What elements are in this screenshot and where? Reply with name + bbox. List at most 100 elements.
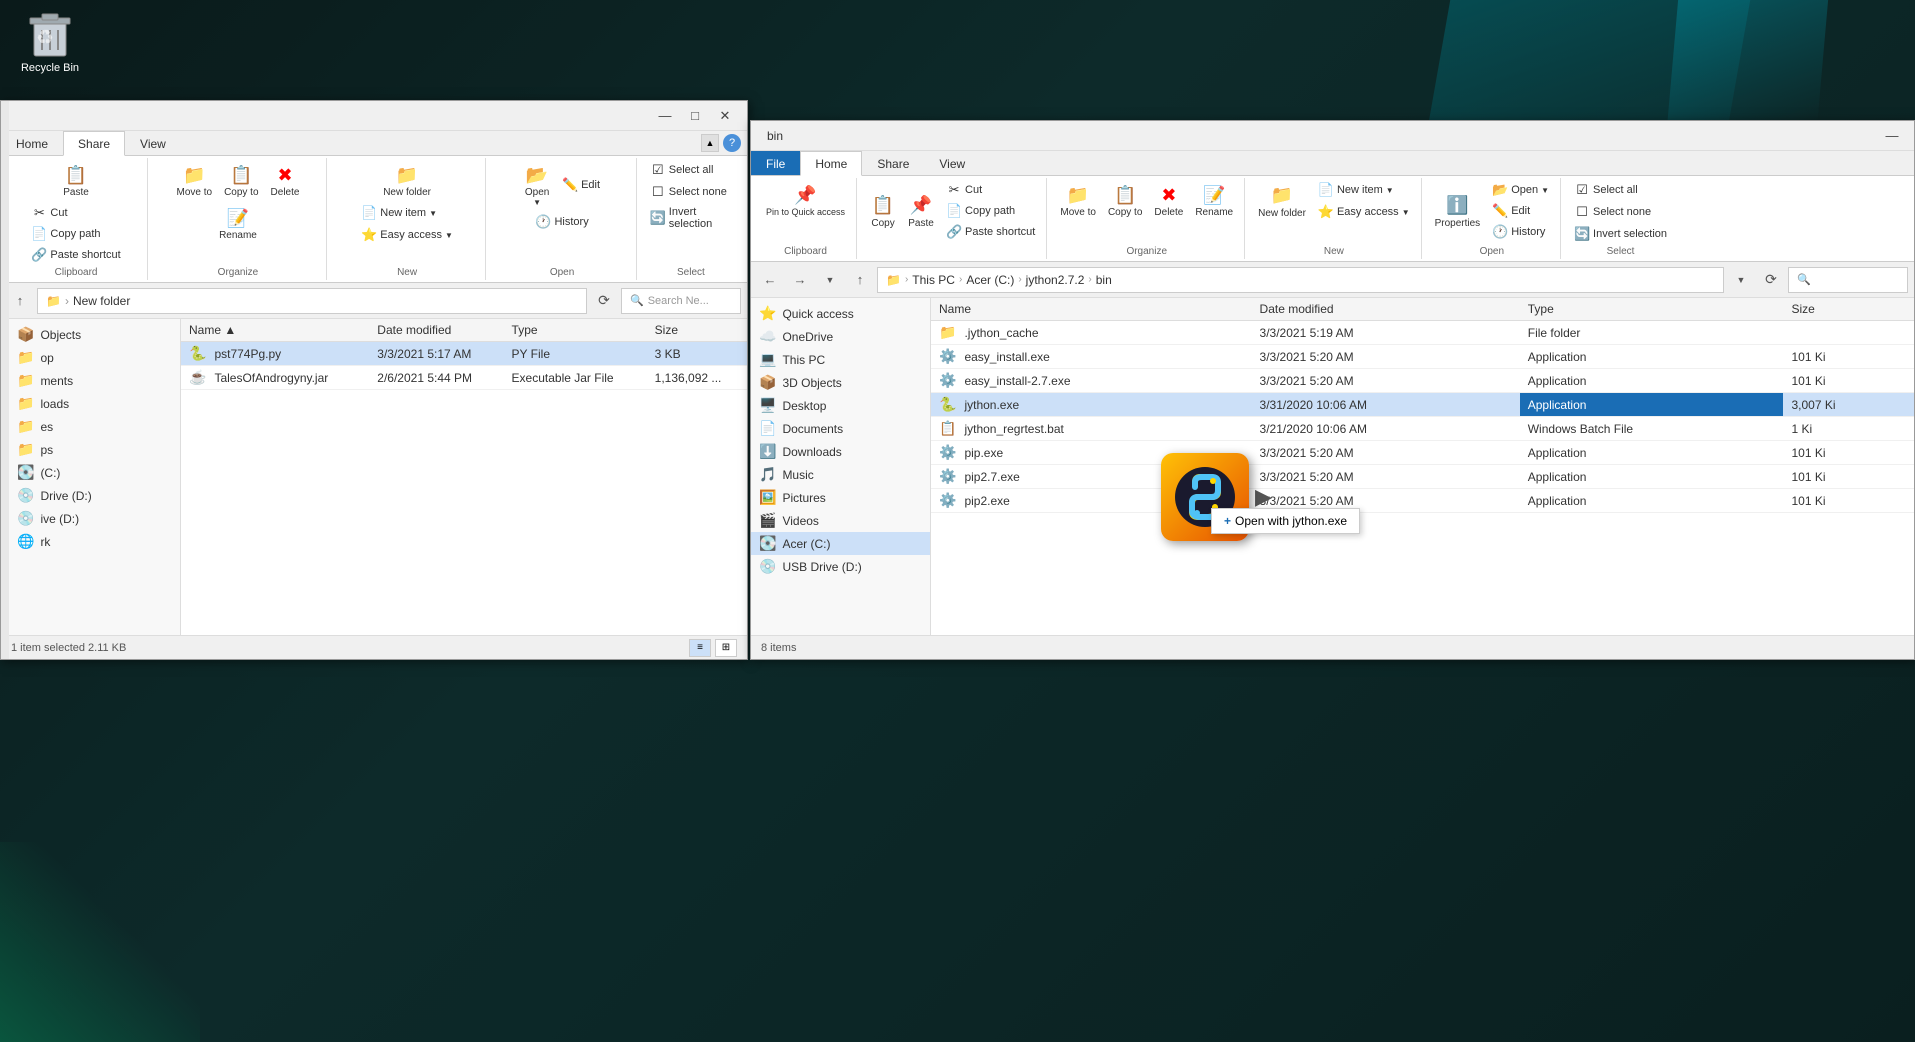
sidebar-item-quick-access[interactable]: ⭐ Quick access	[751, 302, 930, 325]
crumb-jython[interactable]: jython2.7.2	[1026, 273, 1085, 287]
sidebar-item-usb[interactable]: 💿 USB Drive (D:)	[751, 555, 930, 578]
tab-home-right[interactable]: Home	[800, 151, 862, 176]
sidebar-item-acer-c[interactable]: 💽 Acer (C:)	[751, 532, 930, 555]
table-row[interactable]: ⚙️ easy_install-2.7.exe 3/3/2021 5:20 AM…	[931, 369, 1914, 393]
crumb-acer[interactable]: Acer (C:)	[966, 273, 1014, 287]
tab-file-right[interactable]: File	[751, 151, 800, 175]
tab-home-left[interactable]: Home	[1, 131, 63, 155]
recycle-bin-icon[interactable]: ♻ Recycle Bin	[10, 10, 90, 74]
sidebar-item-downloads[interactable]: ⬇️ Downloads	[751, 440, 930, 463]
select-none-button-left[interactable]: ☐ Select none	[645, 182, 732, 202]
col-type-left[interactable]: Type	[504, 319, 647, 342]
up-button-left[interactable]: ↑	[7, 288, 33, 314]
edit-button-right[interactable]: ✏️ Edit	[1487, 201, 1554, 221]
sidebar-item-documents[interactable]: 📄 Documents	[751, 417, 930, 440]
table-row[interactable]: 📁 .jython_cache 3/3/2021 5:19 AM File fo…	[931, 321, 1914, 345]
up-button-right[interactable]: ↑	[847, 267, 873, 293]
address-crumb-left[interactable]: New folder	[73, 294, 130, 308]
sidebar-item-drive-d[interactable]: 💿 Drive (D:)	[9, 484, 180, 507]
history-button-right[interactable]: 🕐 History	[1487, 222, 1554, 242]
sidebar-item-this-pc[interactable]: 💻 This PC	[751, 348, 930, 371]
pin-quick-access-button[interactable]: 📌 Pin to Quick access	[761, 180, 850, 220]
sidebar-item-onedrive[interactable]: ☁️ OneDrive	[751, 325, 930, 348]
crumb-this-pc[interactable]: This PC	[912, 273, 955, 287]
cut-button-right[interactable]: ✂ Cut	[941, 180, 1040, 200]
new-folder-button-right[interactable]: 📁 New folder	[1253, 181, 1311, 222]
right-search-bar[interactable]: 🔍	[1788, 267, 1908, 293]
tab-view-right[interactable]: View	[924, 151, 980, 175]
copy-to-button-right[interactable]: 📋 Copy to	[1103, 180, 1147, 221]
help-button[interactable]: ?	[723, 134, 741, 152]
tab-view-left[interactable]: View	[125, 131, 181, 155]
minimize-button-right[interactable]: —	[1878, 125, 1906, 147]
left-search-bar[interactable]: 🔍 Search Ne...	[621, 288, 741, 314]
rename-button-left[interactable]: 📝 Rename	[214, 203, 262, 244]
invert-selection-button-right[interactable]: 🔄 Invert selection	[1569, 224, 1672, 244]
copy-to-button-left[interactable]: 📋 Copy to	[219, 160, 263, 201]
col-size-right[interactable]: Size	[1783, 298, 1914, 321]
sidebar-item-es[interactable]: 📁 es	[9, 415, 180, 438]
easy-access-button-right[interactable]: ⭐ Easy access ▼	[1313, 202, 1415, 222]
cut-button-left[interactable]: ✂ Cut	[26, 203, 125, 223]
maximize-button[interactable]: □	[681, 105, 709, 127]
invert-selection-button-left[interactable]: 🔄 Invert selection	[645, 204, 737, 232]
delete-button-right[interactable]: ✖ Delete	[1149, 180, 1188, 221]
table-row[interactable]: ⚙️ pip2.7.exe 3/3/2021 5:20 AM Applicati…	[931, 465, 1914, 489]
select-all-button-left[interactable]: ☑ Select all	[645, 160, 719, 180]
table-row[interactable]: 🐍 pst774Pg.py 3/3/2021 5:17 AM PY File 3…	[181, 342, 747, 366]
paste-shortcut-button-right[interactable]: 🔗 Paste shortcut	[941, 222, 1040, 242]
properties-button-right[interactable]: ℹ️ Properties	[1430, 191, 1486, 232]
tab-share-left[interactable]: Share	[63, 131, 125, 156]
move-to-button-left[interactable]: 📁 Move to	[171, 160, 217, 201]
minimize-button[interactable]: —	[651, 105, 679, 127]
address-dropdown-right[interactable]: ▼	[1728, 267, 1754, 293]
forward-button-right[interactable]: →	[787, 267, 813, 293]
rename-button-right[interactable]: 📝 Rename	[1190, 180, 1238, 221]
tab-share-right[interactable]: Share	[862, 151, 924, 175]
back-button-right[interactable]: ←	[757, 267, 783, 293]
sidebar-item-music[interactable]: 🎵 Music	[751, 463, 930, 486]
sidebar-item-c[interactable]: 💽 (C:)	[9, 461, 180, 484]
right-address-bar[interactable]: 📁 › This PC › Acer (C:) › jython2.7.2 › …	[877, 267, 1724, 293]
sidebar-item-3d-objects[interactable]: 📦 3D Objects	[751, 371, 930, 394]
easy-access-button-left[interactable]: ⭐ Easy access ▼	[356, 225, 458, 245]
col-size-left[interactable]: Size	[647, 319, 747, 342]
delete-button-left[interactable]: ✖ Delete	[266, 160, 305, 201]
select-all-button-right[interactable]: ☑ Select all	[1569, 180, 1643, 200]
new-folder-button-left[interactable]: 📁 New folder	[378, 160, 436, 201]
table-row[interactable]: 🐍 jython.exe 3/31/2020 10:06 AM Applicat…	[931, 393, 1914, 417]
sidebar-item-objects[interactable]: 📦 Objects	[9, 323, 180, 346]
new-item-button-left[interactable]: 📄 New item ▼	[356, 203, 458, 223]
refresh-button-right[interactable]: ⟳	[1758, 267, 1784, 293]
paste-shortcut-button-left[interactable]: 🔗 Paste shortcut	[26, 245, 125, 265]
sidebar-item-pictures[interactable]: 🖼️ Pictures	[751, 486, 930, 509]
sidebar-item-ments[interactable]: 📁 ments	[9, 369, 180, 392]
crumb-bin[interactable]: bin	[1096, 273, 1112, 287]
open-with-popup[interactable]: + Open with jython.exe	[1211, 508, 1360, 534]
edit-button-left[interactable]: ✏️ Edit	[557, 175, 605, 195]
table-row[interactable]: ⚙️ pip.exe 3/3/2021 5:20 AM Application …	[931, 441, 1914, 465]
sidebar-item-ive-d[interactable]: 💿 ive (D:)	[9, 507, 180, 530]
copy-button-right[interactable]: 📋 Copy	[865, 191, 901, 232]
table-row[interactable]: 📋 jython_regrtest.bat 3/21/2020 10:06 AM…	[931, 417, 1914, 441]
col-type-right[interactable]: Type	[1520, 298, 1784, 321]
col-name-right[interactable]: Name	[931, 298, 1252, 321]
sidebar-item-videos[interactable]: 🎬 Videos	[751, 509, 930, 532]
close-button[interactable]: ✕	[711, 105, 739, 127]
refresh-button-left[interactable]: ⟳	[591, 288, 617, 314]
col-date-left[interactable]: Date modified	[369, 319, 503, 342]
table-row[interactable]: ☕ TalesOfAndrogyny.jar 2/6/2021 5:44 PM …	[181, 366, 747, 390]
left-address-bar[interactable]: 📁 › New folder	[37, 288, 587, 314]
move-to-button-right[interactable]: 📁 Move to	[1055, 180, 1101, 221]
col-date-right[interactable]: Date modified	[1252, 298, 1520, 321]
nav-dropdown-right[interactable]: ▼	[817, 267, 843, 293]
ribbon-collapse-btn[interactable]: ▲	[701, 134, 719, 152]
sidebar-item-desktop[interactable]: 🖥️ Desktop	[751, 394, 930, 417]
new-item-button-right[interactable]: 📄 New item ▼	[1313, 180, 1415, 200]
open-button-left[interactable]: 📂 Open ▼	[519, 160, 555, 210]
copy-path-button-left[interactable]: 📄 Copy path	[26, 224, 125, 244]
sidebar-item-op[interactable]: 📁 op	[9, 346, 180, 369]
sidebar-item-rk[interactable]: 🌐 rk	[9, 530, 180, 553]
details-view-btn[interactable]: ≡	[689, 639, 711, 657]
select-none-button-right[interactable]: ☐ Select none	[1569, 202, 1656, 222]
